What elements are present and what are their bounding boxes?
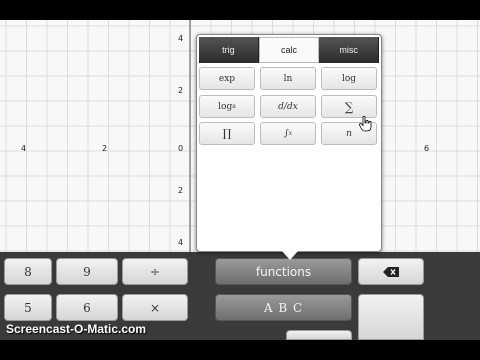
key-multiply[interactable]: × xyxy=(122,294,188,321)
tab-misc[interactable]: misc xyxy=(319,37,380,63)
backspace-button[interactable] xyxy=(358,258,424,285)
y-tick-neg4: 4 xyxy=(178,238,184,247)
functions-button[interactable]: functions xyxy=(215,258,352,285)
log-base-subscript: a xyxy=(232,103,236,110)
functions-popup: trig calc misc exp ln log log a d/dx ∑ ∏ … xyxy=(196,34,382,252)
exp-button[interactable]: exp xyxy=(199,67,255,90)
sum-button[interactable]: ∑ xyxy=(321,95,377,118)
partial-key[interactable] xyxy=(286,330,352,340)
key-5[interactable]: 5 xyxy=(4,294,52,321)
key-9[interactable]: 9 xyxy=(56,258,118,285)
log-button[interactable]: log xyxy=(321,67,377,90)
key-8[interactable]: 8 xyxy=(4,258,52,285)
key-6[interactable]: 6 xyxy=(56,294,118,321)
abc-button[interactable]: A B C xyxy=(215,294,352,321)
product-button[interactable]: ∏ xyxy=(199,122,255,145)
backspace-icon xyxy=(383,266,399,277)
log-base-label: log xyxy=(218,101,233,112)
enter-key[interactable] xyxy=(358,294,424,340)
popup-tabs: trig calc misc xyxy=(199,37,380,63)
tab-calc[interactable]: calc xyxy=(258,37,320,63)
key-divide[interactable]: ÷ xyxy=(122,258,188,285)
y-tick-neg2: 2 xyxy=(178,186,184,195)
integral-superscript: x xyxy=(288,130,293,137)
integral-button[interactable]: ∫ x xyxy=(260,122,316,145)
popup-pointer xyxy=(282,251,298,260)
derivative-button[interactable]: d/dx xyxy=(260,95,316,118)
hand-cursor-icon xyxy=(359,116,372,132)
watermark: Screencast-O-Matic.com xyxy=(6,322,147,336)
y-tick-4: 4 xyxy=(178,34,184,43)
app-screen: 4 2 0 6 4 2 2 4 8 9 ÷ 5 6 × functions A … xyxy=(0,20,480,340)
tab-trig[interactable]: trig xyxy=(199,37,259,63)
ln-button[interactable]: ln xyxy=(260,67,316,90)
x-tick-neg4: 4 xyxy=(21,144,27,153)
x-tick-neg2: 2 xyxy=(102,144,108,153)
y-tick-2: 2 xyxy=(178,86,184,95)
log-base-button[interactable]: log a xyxy=(199,95,255,118)
x-tick-0: 0 xyxy=(178,144,184,153)
x-tick-6: 6 xyxy=(424,144,430,153)
